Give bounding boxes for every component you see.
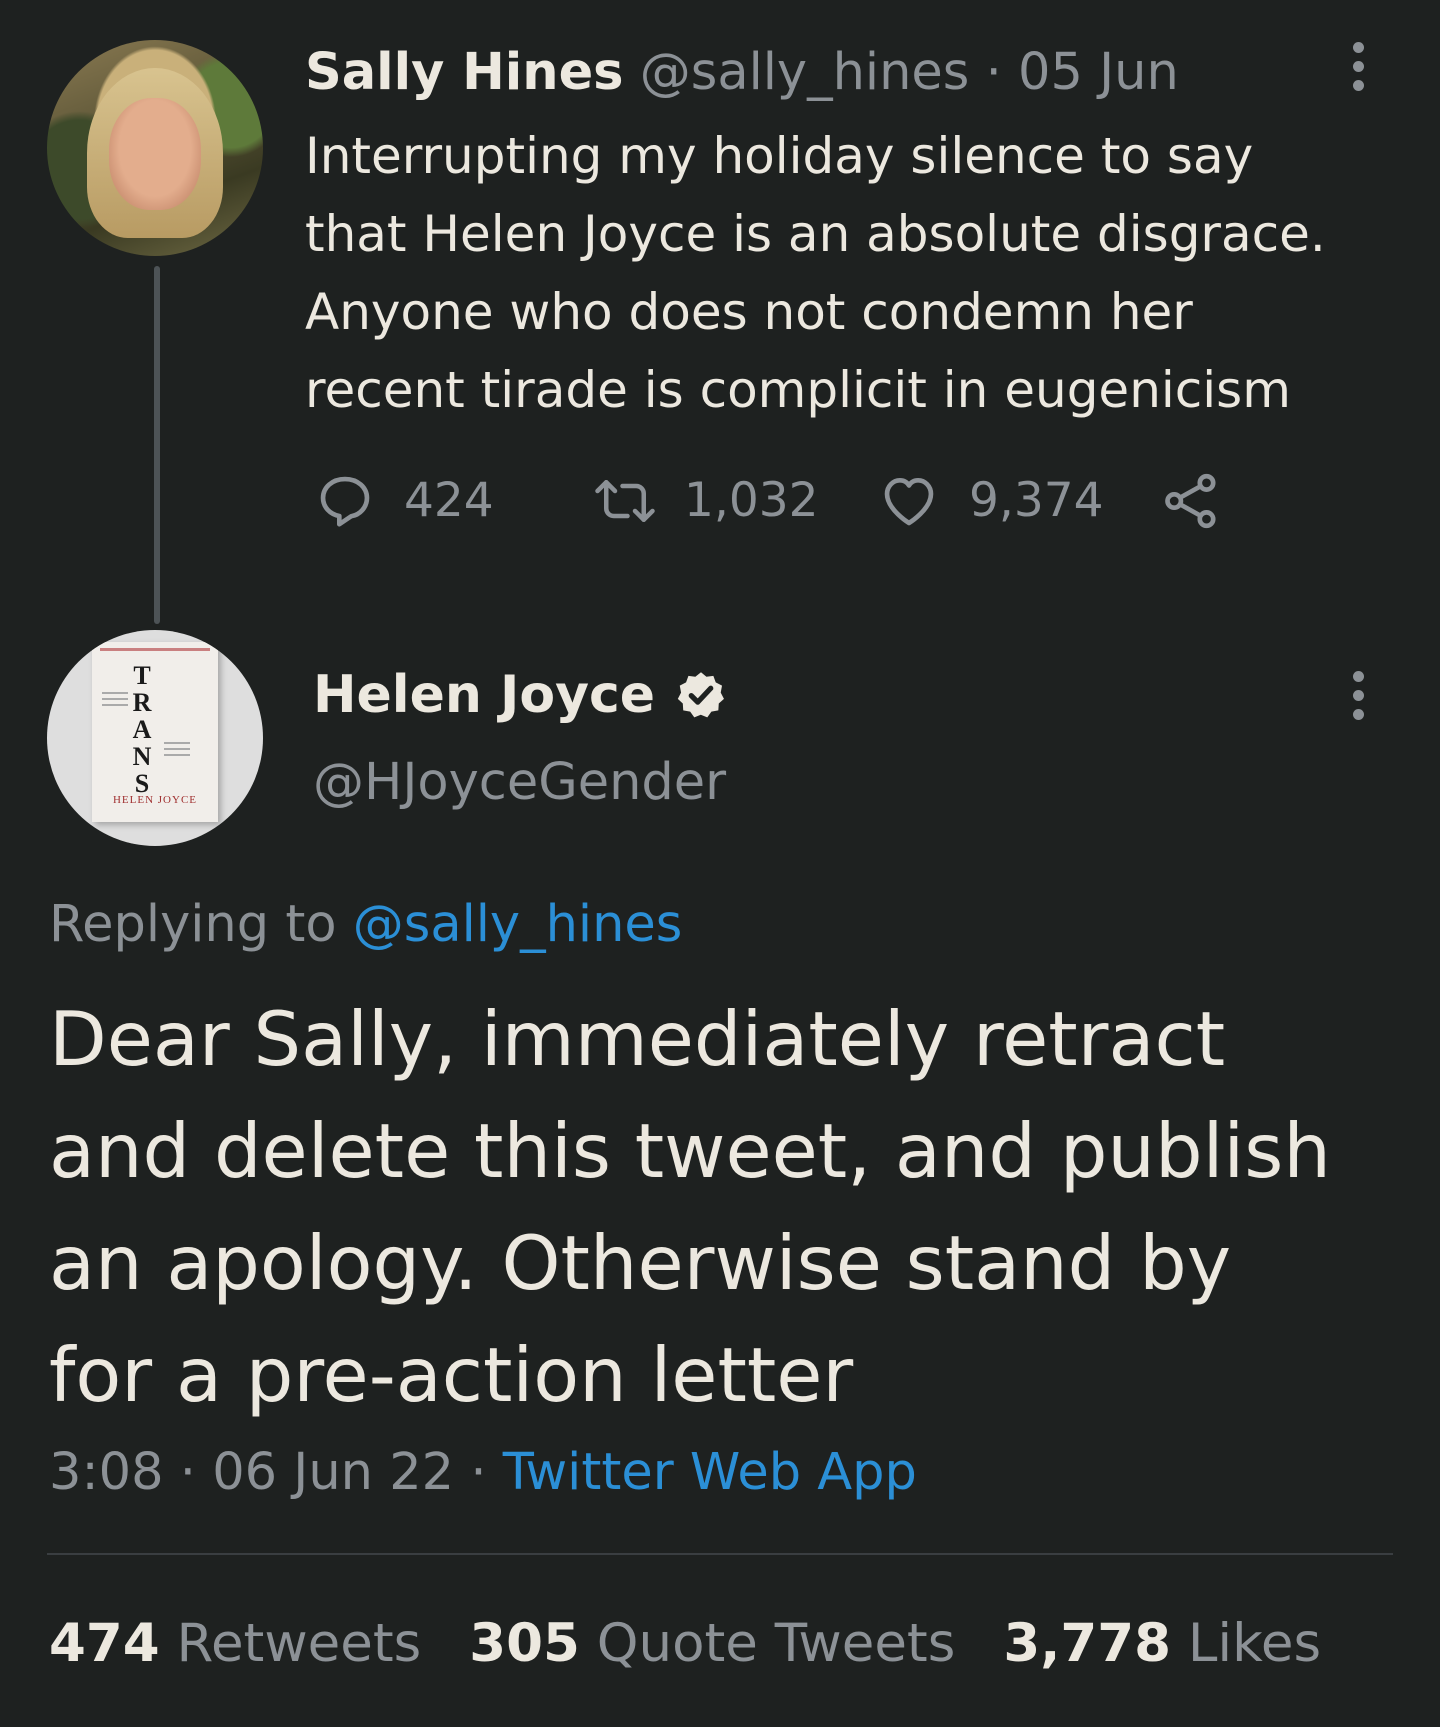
trans-book-cover: T R A N S HELEN JOYCE [92, 642, 218, 822]
quote-tweets-stat[interactable]: 305 Quote Tweets [469, 1613, 955, 1674]
verified-badge-icon [675, 669, 727, 721]
tweet-date[interactable]: 06 Jun 22 [212, 1443, 454, 1502]
retweets-stat[interactable]: 474 Retweets [49, 1613, 421, 1674]
parent-author-name[interactable]: Sally Hines [305, 43, 624, 102]
tweet-stats: 474 Retweets 305 Quote Tweets 3,778 Likes [49, 1608, 1321, 1680]
like-button[interactable]: 9,374 [877, 470, 1104, 532]
main-tweet-line: Dear Sally, immediately retract [49, 995, 1226, 1083]
helen-joyce-avatar[interactable]: T R A N S HELEN JOYCE [47, 630, 263, 846]
reply-button[interactable]: 424 [314, 470, 494, 532]
main-tweet-line: for a pre-action letter [49, 1331, 854, 1419]
main-author-name-row[interactable]: Helen Joyce [313, 660, 727, 730]
replying-to-handle-link[interactable]: @sally_hines [353, 895, 683, 954]
reply-count: 424 [404, 473, 494, 528]
parent-tweet-date[interactable]: 05 Jun [1018, 43, 1179, 102]
sally-hines-avatar[interactable] [47, 40, 263, 256]
stats-divider [47, 1553, 1393, 1555]
book-title: T R A N S [132, 661, 152, 798]
main-tweet-meta: 3:08 · 06 Jun 22 · Twitter Web App [49, 1438, 917, 1508]
share-button[interactable] [1160, 470, 1222, 532]
parent-tweet-header: Sally Hines @sally_hines · 05 Jun [305, 40, 1179, 106]
likes-stat[interactable]: 3,778 Likes [1003, 1613, 1321, 1674]
main-author-name[interactable]: Helen Joyce [313, 660, 655, 730]
heart-icon [877, 470, 941, 532]
parent-tweet-actions: 424 1,032 9,374 [0, 470, 1440, 530]
parent-tweet-line: that Helen Joyce is an absolute disgrace… [305, 205, 1326, 263]
main-tweet-line: and delete this tweet, and publish [49, 1107, 1331, 1195]
parent-tweet-line: recent tirade is complicit in eugenicism [305, 361, 1291, 419]
meta-separator: · [470, 1443, 487, 1502]
main-tweet-line: an apology. Otherwise stand by [49, 1219, 1232, 1307]
tweet-source-link[interactable]: Twitter Web App [503, 1443, 917, 1502]
replying-to: Replying to @sally_hines [49, 890, 682, 960]
parent-author-handle[interactable]: @sally_hines [640, 43, 970, 102]
main-more-options-icon[interactable] [1351, 671, 1367, 721]
parent-tweet-text: Interrupting my holiday silence to say t… [305, 117, 1415, 429]
parent-tweet-line: Interrupting my holiday silence to say [305, 127, 1254, 185]
reply-icon [314, 470, 376, 532]
parent-tweet-line: Anyone who does not condemn her [305, 283, 1193, 341]
book-author: HELEN JOYCE [112, 794, 198, 806]
main-tweet-text: Dear Sally, immediately retract and dele… [49, 983, 1419, 1431]
like-count: 9,374 [969, 473, 1104, 528]
parent-more-options-icon[interactable] [1351, 42, 1367, 92]
retweet-count: 1,032 [684, 473, 819, 528]
header-separator: · [985, 43, 1002, 102]
thread-connector-line [154, 266, 160, 624]
retweet-icon [590, 470, 660, 532]
share-icon [1160, 470, 1222, 532]
meta-separator: · [179, 1443, 196, 1502]
replying-to-label: Replying to [49, 895, 337, 954]
main-author-handle[interactable]: @HJoyceGender [313, 748, 726, 818]
retweet-button[interactable]: 1,032 [590, 470, 819, 532]
tweet-time[interactable]: 3:08 [49, 1443, 164, 1502]
